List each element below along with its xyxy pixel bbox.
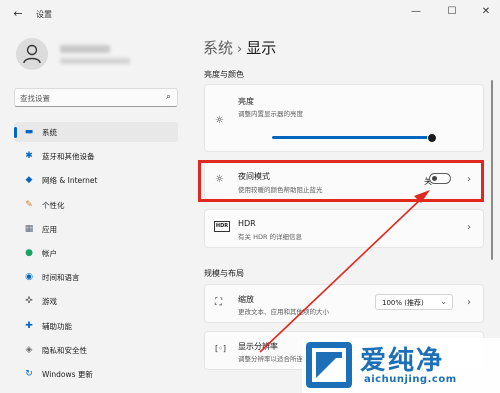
annotation-arrow: [259, 190, 430, 353]
watermark-text: 爱纯净: [360, 346, 445, 376]
watermark-logo: [306, 342, 352, 388]
watermark-url: aichunjing.com: [364, 374, 457, 385]
watermark: 爱纯净 aichunjing.com: [302, 338, 500, 393]
